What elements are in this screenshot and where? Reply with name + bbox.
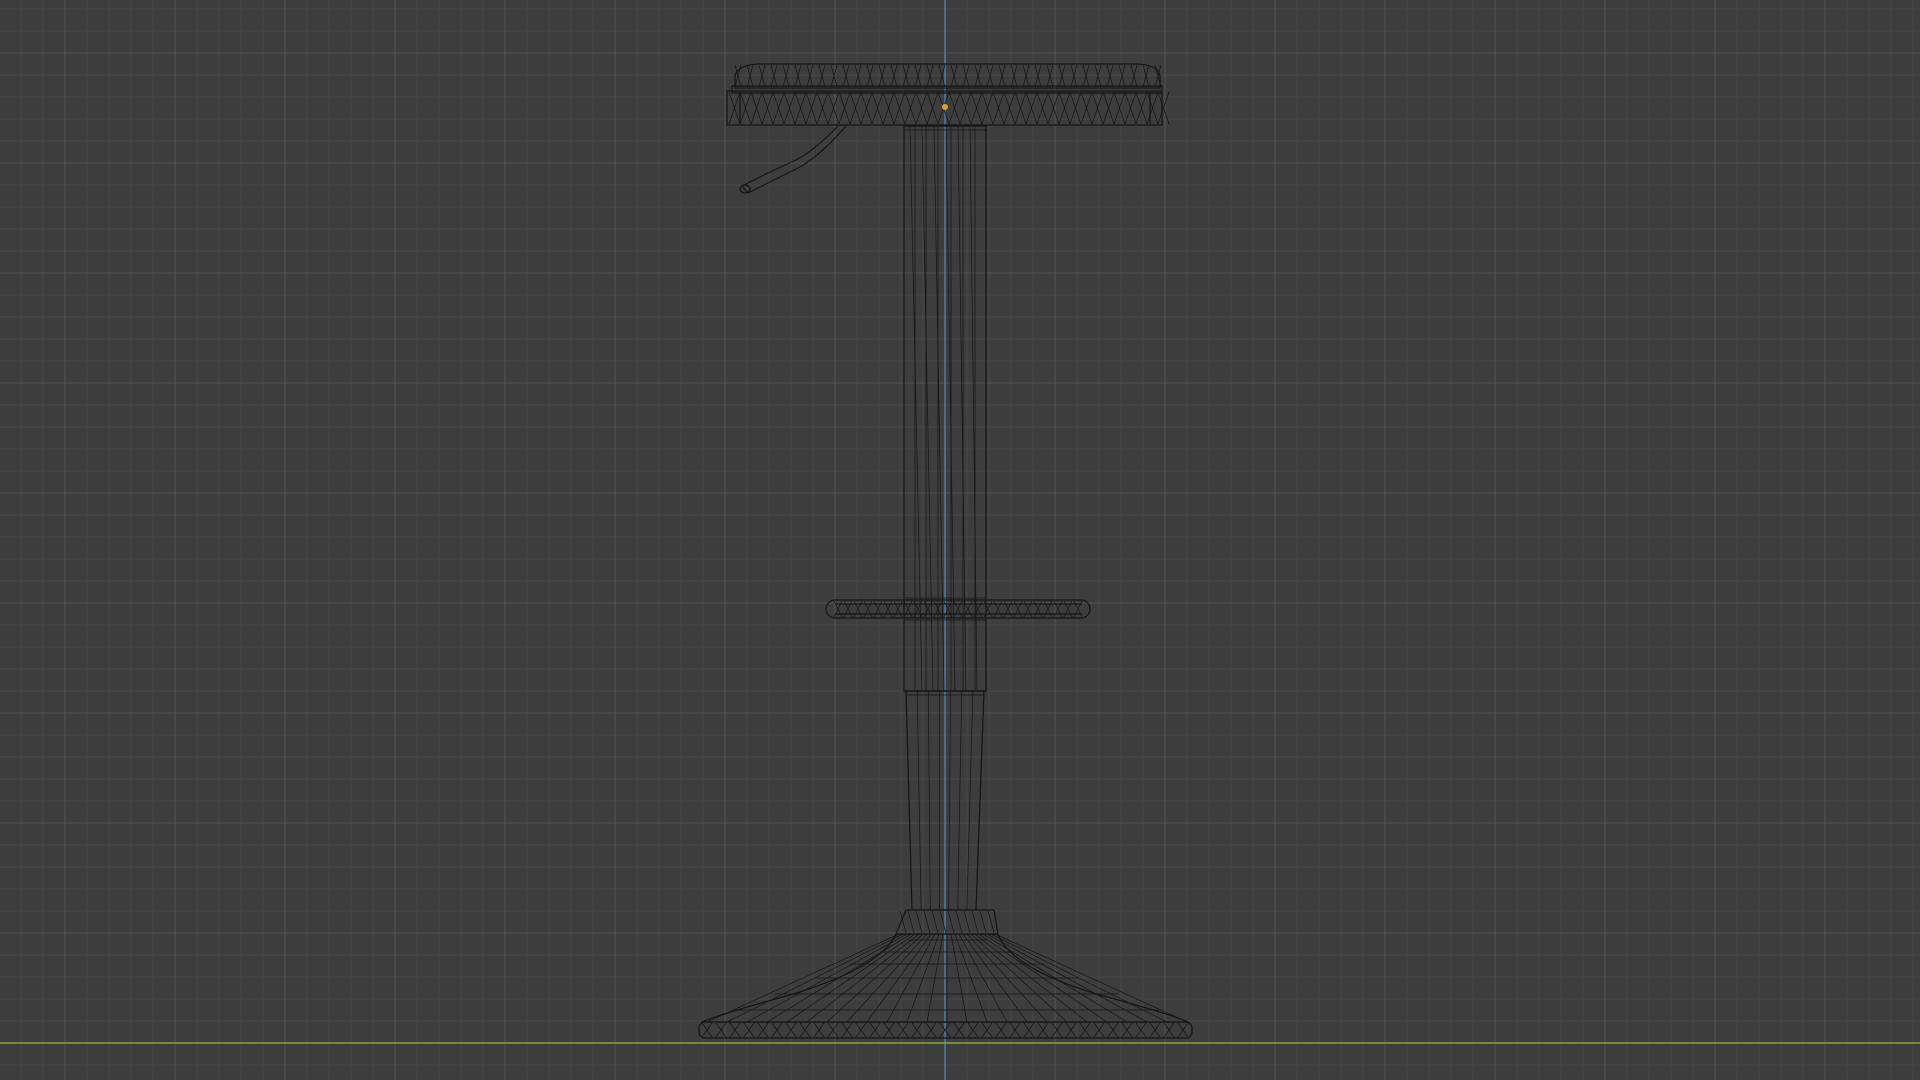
mesh-edge xyxy=(923,910,931,934)
lever-arm xyxy=(741,125,847,194)
gas-lift-lever[interactable] xyxy=(739,125,847,194)
viewport-grid-minor xyxy=(0,0,1920,1080)
mesh-edge xyxy=(971,910,979,934)
mesh-edge xyxy=(955,910,963,934)
viewport-grid-major xyxy=(0,0,1920,1080)
seat-cushion-top xyxy=(734,63,1161,89)
mesh-edge xyxy=(909,125,923,692)
mesh-edge xyxy=(979,910,987,934)
mesh-edge xyxy=(945,125,956,692)
seat-band-upper xyxy=(731,85,1163,94)
mesh-edge xyxy=(915,910,923,934)
mesh-edge xyxy=(921,125,934,692)
mesh-edge xyxy=(931,910,939,934)
mesh-edge xyxy=(907,910,915,934)
stool-seat[interactable] xyxy=(726,63,1170,126)
object-origin-dot[interactable] xyxy=(942,104,948,110)
3d-viewport[interactable] xyxy=(0,0,1920,1080)
seat-mesh xyxy=(728,64,1170,125)
mesh-edge xyxy=(947,910,955,934)
mesh-edge xyxy=(969,125,978,692)
